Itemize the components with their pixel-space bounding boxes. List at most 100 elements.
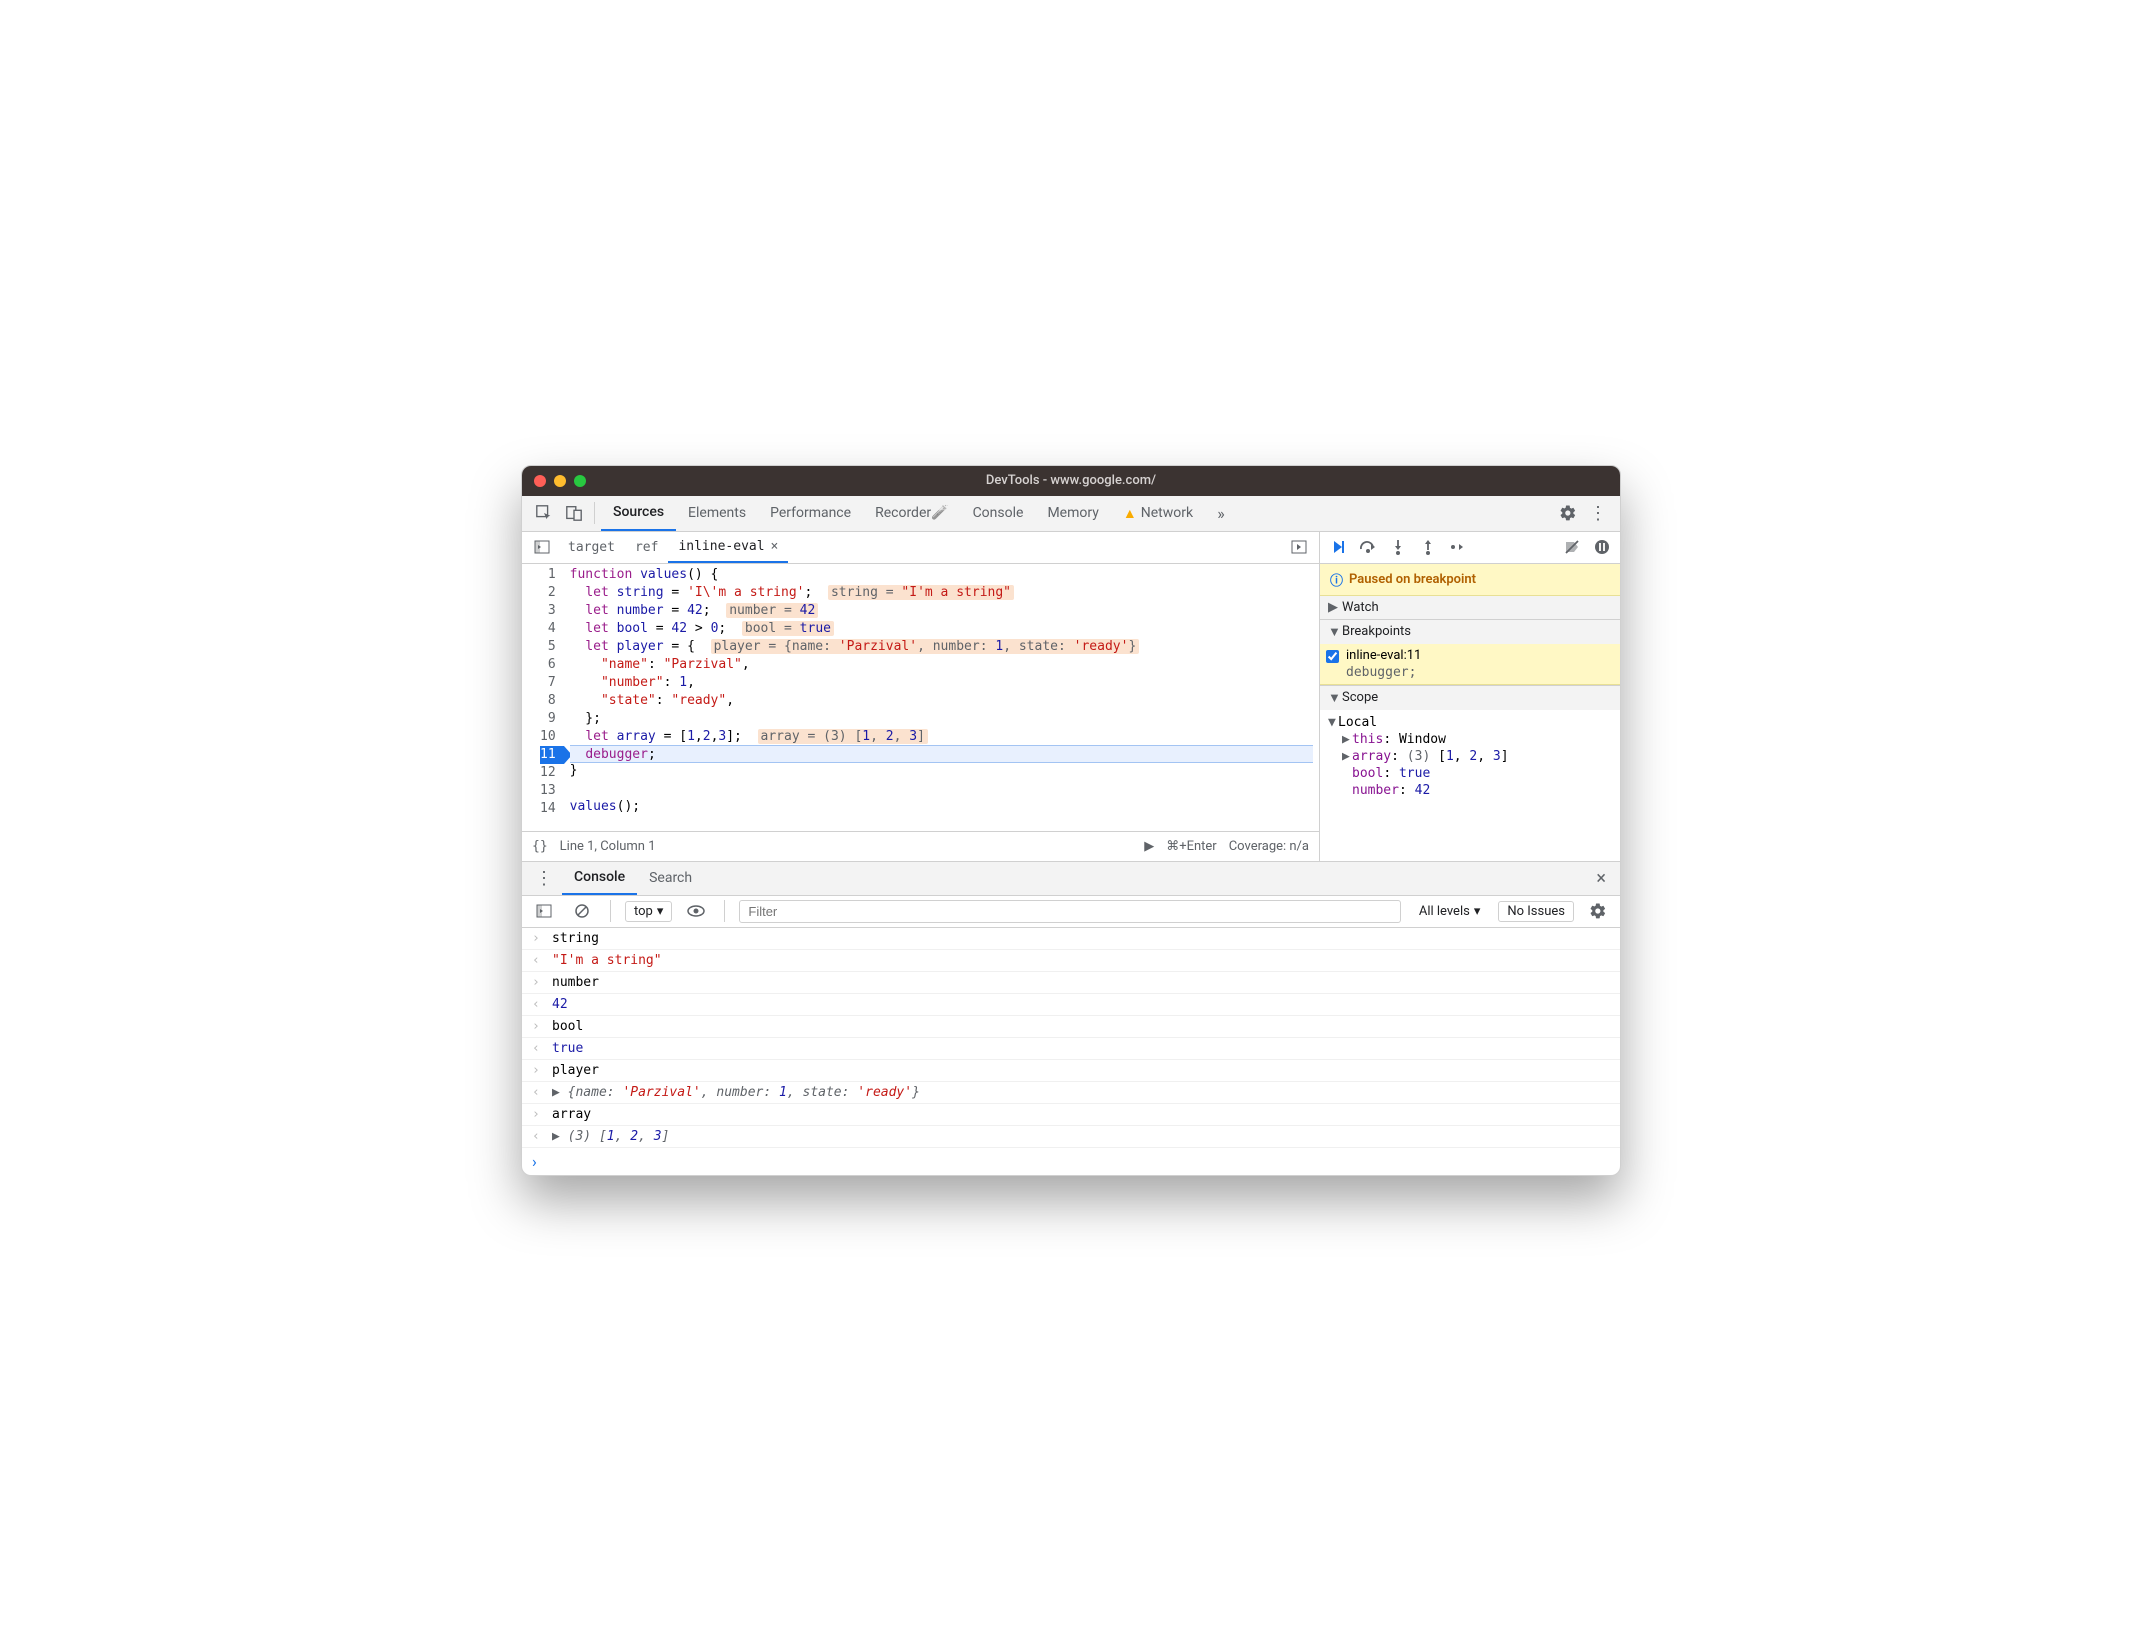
line-number[interactable]: 11 — [540, 746, 564, 764]
line-number[interactable]: 1 — [540, 566, 556, 584]
chevron-right-icon: ▶ — [1328, 600, 1338, 615]
scope-variable[interactable]: ▶array: (3) [1, 2, 3] — [1328, 748, 1612, 765]
deactivate-breakpoints-icon[interactable] — [1562, 537, 1582, 557]
pause-on-exceptions-icon[interactable] — [1592, 537, 1612, 557]
close-tab-icon[interactable]: × — [771, 539, 779, 554]
tab-network[interactable]: ▲Network — [1111, 495, 1205, 531]
line-number[interactable]: 8 — [540, 692, 556, 710]
live-expression-icon[interactable] — [682, 897, 710, 925]
tab-recorder[interactable]: Recorder 🧪 — [863, 495, 960, 531]
code-line[interactable]: let string = 'I\'m a string'; string = "… — [570, 584, 1313, 602]
close-drawer-icon[interactable]: × — [1590, 868, 1612, 889]
code-line[interactable]: let number = 42; number = 42 — [570, 602, 1313, 620]
source-tab-ref[interactable]: ref — [625, 531, 668, 563]
inspect-element-icon[interactable] — [530, 499, 558, 527]
more-tabs-icon[interactable] — [1285, 533, 1313, 561]
sources-panel: targetrefinline-eval× 123456789101112131… — [522, 532, 1620, 862]
issues-button[interactable]: No Issues — [1498, 901, 1574, 922]
scope-variable[interactable]: bool: true — [1328, 765, 1612, 782]
breakpoint-item[interactable]: inline-eval:11 debugger; — [1320, 644, 1620, 685]
separator — [610, 900, 611, 922]
code-line[interactable] — [570, 780, 1313, 798]
code-line[interactable]: debugger; — [570, 745, 1313, 763]
console-output[interactable]: ›string‹"I'm a string"›number‹42›bool‹tr… — [522, 928, 1620, 1148]
line-number[interactable]: 3 — [540, 602, 556, 620]
code-line[interactable]: let bool = 42 > 0; bool = true — [570, 620, 1313, 638]
console-row[interactable]: ‹▶ {name: 'Parzival', number: 1, state: … — [522, 1082, 1620, 1104]
filter-input[interactable] — [739, 900, 1400, 923]
drawer-tab-console[interactable]: Console — [562, 861, 637, 895]
watch-section[interactable]: ▶ Watch — [1320, 596, 1620, 620]
code-line[interactable]: "state": "ready", — [570, 692, 1313, 710]
pretty-print-icon[interactable]: {} — [532, 839, 548, 854]
scope-variable[interactable]: number: 42 — [1328, 782, 1612, 799]
drawer-tab-search[interactable]: Search — [637, 861, 704, 895]
line-number[interactable]: 9 — [540, 710, 556, 728]
code-line[interactable]: } — [570, 762, 1313, 780]
scope-variable[interactable]: ▶this: Window — [1328, 731, 1612, 748]
step-icon[interactable] — [1448, 537, 1468, 557]
context-selector[interactable]: top ▾ — [625, 901, 672, 922]
kebab-menu-icon[interactable]: ⋮ — [530, 864, 558, 892]
kebab-menu-icon[interactable]: ⋮ — [1584, 499, 1612, 527]
scope-local-header[interactable]: ▼Local — [1328, 714, 1612, 731]
console-row[interactable]: ›number — [522, 972, 1620, 994]
watch-label: Watch — [1342, 600, 1379, 615]
log-levels-selector[interactable]: All levels ▾ — [1411, 902, 1489, 921]
console-row[interactable]: ›bool — [522, 1016, 1620, 1038]
close-window-button[interactable] — [534, 475, 546, 487]
minimize-window-button[interactable] — [554, 475, 566, 487]
flask-icon: 🧪 — [931, 505, 948, 521]
line-number[interactable]: 6 — [540, 656, 556, 674]
line-number[interactable]: 5 — [540, 638, 556, 656]
tab-performance[interactable]: Performance — [758, 495, 863, 531]
tab-sources[interactable]: Sources — [601, 495, 676, 531]
line-number[interactable]: 14 — [540, 800, 556, 818]
code-line[interactable]: let player = { player = {name: 'Parzival… — [570, 638, 1313, 656]
clear-console-icon[interactable] — [568, 897, 596, 925]
settings-icon[interactable] — [1554, 499, 1582, 527]
console-row[interactable]: ›array — [522, 1104, 1620, 1126]
console-row[interactable]: ‹▶ (3) [1, 2, 3] — [522, 1126, 1620, 1148]
line-number[interactable]: 13 — [540, 782, 556, 800]
device-toggle-icon[interactable] — [560, 499, 588, 527]
step-out-icon[interactable] — [1418, 537, 1438, 557]
line-number[interactable]: 2 — [540, 584, 556, 602]
scope-header[interactable]: ▼Scope — [1320, 686, 1620, 710]
code-line[interactable]: let array = [1,2,3]; array = (3) [1, 2, … — [570, 728, 1313, 746]
console-row[interactable]: ‹"I'm a string" — [522, 950, 1620, 972]
run-snippet-icon[interactable]: ▶ — [1144, 839, 1154, 854]
console-settings-icon[interactable] — [1584, 897, 1612, 925]
code-line[interactable]: values(); — [570, 798, 1313, 816]
code-line[interactable]: function values() { — [570, 566, 1313, 584]
console-row[interactable]: ‹42 — [522, 994, 1620, 1016]
line-gutter[interactable]: 1234567891011121314 — [522, 564, 564, 831]
line-number[interactable]: 12 — [540, 764, 556, 782]
console-row[interactable]: ›player — [522, 1060, 1620, 1082]
toggle-sidebar-icon[interactable] — [530, 897, 558, 925]
code-editor[interactable]: 1234567891011121314 function values() { … — [522, 564, 1319, 831]
maximize-window-button[interactable] — [574, 475, 586, 487]
tab-console[interactable]: Console — [961, 495, 1036, 531]
source-tab-inline-eval[interactable]: inline-eval× — [668, 531, 788, 563]
console-prompt[interactable]: › — [522, 1148, 1620, 1175]
breakpoint-checkbox[interactable] — [1326, 650, 1339, 663]
show-navigator-icon[interactable] — [528, 533, 556, 561]
line-number[interactable]: 4 — [540, 620, 556, 638]
line-number[interactable]: 10 — [540, 728, 556, 746]
code-line[interactable]: "name": "Parzival", — [570, 656, 1313, 674]
code-body[interactable]: function values() { let string = 'I\'m a… — [564, 564, 1319, 831]
console-row[interactable]: ›string — [522, 928, 1620, 950]
code-line[interactable]: "number": 1, — [570, 674, 1313, 692]
console-row[interactable]: ‹true — [522, 1038, 1620, 1060]
tab-memory[interactable]: Memory — [1035, 495, 1110, 531]
more-tabs-icon[interactable]: » — [1207, 499, 1235, 527]
line-number[interactable]: 7 — [540, 674, 556, 692]
source-tab-target[interactable]: target — [558, 531, 625, 563]
step-into-icon[interactable] — [1388, 537, 1408, 557]
code-line[interactable]: }; — [570, 710, 1313, 728]
breakpoints-header[interactable]: ▼Breakpoints — [1320, 620, 1620, 644]
tab-elements[interactable]: Elements — [676, 495, 758, 531]
step-over-icon[interactable] — [1358, 537, 1378, 557]
resume-icon[interactable] — [1328, 537, 1348, 557]
